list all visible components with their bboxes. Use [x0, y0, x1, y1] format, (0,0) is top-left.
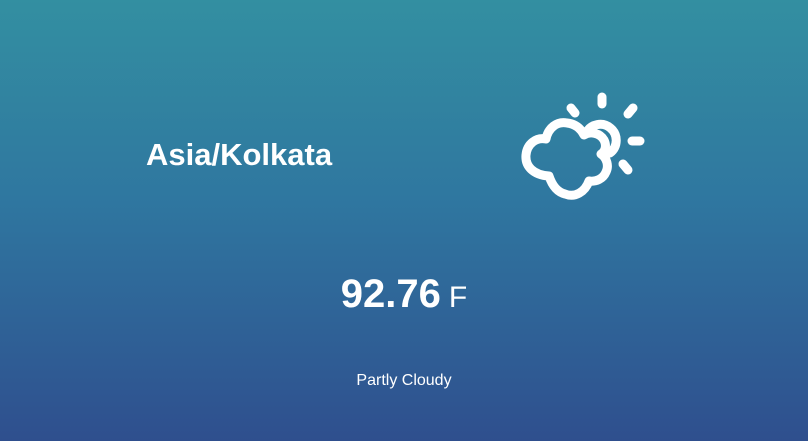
partly-cloudy-day-icon: [515, 88, 655, 218]
temperature-value: 92.76: [340, 272, 441, 316]
timezone-label: Asia/Kolkata: [146, 137, 333, 172]
temperature-unit: F: [448, 281, 468, 314]
temperature-display: 92.76 F: [0, 272, 808, 325]
weather-summary: Partly Cloudy: [356, 372, 452, 389]
